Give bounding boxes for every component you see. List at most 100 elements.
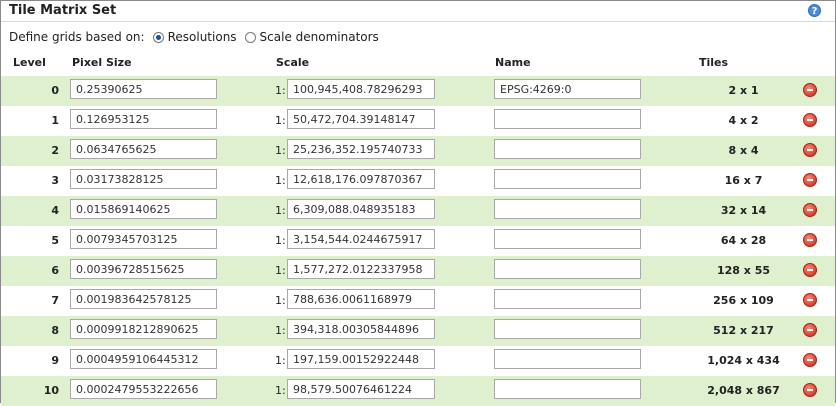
table-row: 10 0.0002479553222656 1: 98,579.50076461224… — [1, 376, 835, 406]
tiles-cell: 64 x 28 — [720, 234, 767, 247]
table-row: 1 0.126953125 1: 50,472,704.39148147 4 x 2 — [1, 106, 835, 136]
delete-row-icon[interactable] — [803, 143, 817, 157]
level-cell: 10 — [43, 384, 59, 397]
table-row: 0 0.25390625 1: 100,945,408.78296293 EPSG:42… — [1, 76, 835, 106]
table-row: 7 0.001983642578125 1: 788,636.0061168979 25… — [1, 286, 835, 316]
scale-input[interactable]: 12,618,176.097870367 — [287, 169, 435, 189]
grid-definition-options: Define grids based on: Resolutions Scale… — [9, 29, 379, 45]
scale-prefix: 1: — [275, 174, 286, 187]
tiles-cell: 4 x 2 — [728, 114, 759, 127]
name-input[interactable] — [494, 259, 641, 279]
radio-resolutions-label[interactable]: Resolutions — [168, 30, 237, 44]
name-input[interactable] — [494, 349, 641, 369]
scale-prefix: 1: — [275, 84, 286, 97]
name-input[interactable] — [494, 139, 641, 159]
table-header: Level Pixel Size Scale Name Tiles — [1, 56, 835, 72]
pixel-size-input[interactable]: 0.00396728515625 — [70, 259, 217, 279]
scale-prefix: 1: — [275, 204, 286, 217]
table-row: 5 0.0079345703125 1: 3,154,544.0244675917 64… — [1, 226, 835, 256]
delete-row-icon[interactable] — [803, 83, 817, 97]
name-input[interactable] — [494, 379, 641, 399]
delete-row-icon[interactable] — [803, 353, 817, 367]
scale-input[interactable]: 1,577,272.0122337958 — [287, 259, 435, 279]
header-pixel-size: Pixel Size — [72, 56, 132, 69]
scale-prefix: 1: — [275, 354, 286, 367]
name-input[interactable] — [494, 109, 641, 129]
pixel-size-input[interactable]: 0.126953125 — [70, 109, 217, 129]
delete-row-icon[interactable] — [803, 263, 817, 277]
name-input[interactable]: EPSG:4269:0 — [494, 79, 641, 99]
tiles-cell: 2 x 1 — [728, 84, 759, 97]
table-row: 9 0.0004959106445312 1: 197,159.00152922448… — [1, 346, 835, 376]
level-cell: 2 — [51, 144, 59, 157]
scale-input[interactable]: 98,579.50076461224 — [287, 379, 435, 399]
scale-prefix: 1: — [275, 114, 286, 127]
level-cell: 3 — [51, 174, 59, 187]
level-cell: 7 — [51, 294, 59, 307]
delete-row-icon[interactable] — [803, 233, 817, 247]
name-input[interactable] — [494, 199, 641, 219]
scale-input[interactable]: 100,945,408.78296293 — [287, 79, 435, 99]
pixel-size-input[interactable]: 0.0004959106445312 — [70, 349, 217, 369]
pixel-size-input[interactable]: 0.0634765625 — [70, 139, 217, 159]
delete-row-icon[interactable] — [803, 113, 817, 127]
scale-prefix: 1: — [275, 294, 286, 307]
tiles-cell: 1,024 x 434 — [707, 354, 780, 367]
scale-input[interactable]: 3,154,544.0244675917 — [287, 229, 435, 249]
level-cell: 4 — [51, 204, 59, 217]
scale-input[interactable]: 788,636.0061168979 — [287, 289, 435, 309]
scale-input[interactable]: 394,318.00305844896 — [287, 319, 435, 339]
delete-row-icon[interactable] — [803, 293, 817, 307]
table-row: 8 0.0009918212890625 1: 394,318.00305844896… — [1, 316, 835, 346]
table-row: 3 0.03173828125 1: 12,618,176.097870367 16 x… — [1, 166, 835, 196]
radio-scale-denominators-label[interactable]: Scale denominators — [260, 30, 379, 44]
pixel-size-input[interactable]: 0.0079345703125 — [70, 229, 217, 249]
pixel-size-input[interactable]: 0.015869140625 — [70, 199, 217, 219]
tiles-cell: 16 x 7 — [724, 174, 763, 187]
pixel-size-input[interactable]: 0.001983642578125 — [70, 289, 217, 309]
define-label: Define grids based on: — [9, 30, 145, 44]
radio-resolutions[interactable] — [152, 31, 164, 43]
level-cell: 9 — [51, 354, 59, 367]
level-cell: 8 — [51, 324, 59, 337]
tiles-cell: 8 x 4 — [728, 144, 759, 157]
delete-row-icon[interactable] — [803, 383, 817, 397]
scale-prefix: 1: — [275, 384, 286, 397]
help-icon[interactable]: ? — [808, 4, 821, 17]
scale-prefix: 1: — [275, 144, 286, 157]
scale-prefix: 1: — [275, 234, 286, 247]
delete-row-icon[interactable] — [803, 203, 817, 217]
tile-matrix-set-panel: Tile Matrix Set ? Define grids based on:… — [0, 0, 836, 406]
pixel-size-input[interactable]: 0.03173828125 — [70, 169, 217, 189]
scale-input[interactable]: 25,236,352.195740733 — [287, 139, 435, 159]
table-row: 2 0.0634765625 1: 25,236,352.195740733 8 x 4 — [1, 136, 835, 166]
scale-input[interactable]: 50,472,704.39148147 — [287, 109, 435, 129]
header-scale: Scale — [276, 56, 310, 69]
delete-row-icon[interactable] — [803, 173, 817, 187]
tiles-cell: 128 x 55 — [716, 264, 771, 277]
radio-scale-denominators[interactable] — [244, 31, 256, 43]
delete-row-icon[interactable] — [803, 323, 817, 337]
scale-input[interactable]: 6,309,088.048935183 — [287, 199, 435, 219]
panel-header: Tile Matrix Set ? — [1, 1, 835, 22]
name-input[interactable] — [494, 229, 641, 249]
header-tiles: Tiles — [699, 56, 729, 69]
pixel-size-input[interactable]: 0.25390625 — [70, 79, 217, 99]
tiles-cell: 32 x 14 — [720, 204, 767, 217]
pixel-size-input[interactable]: 0.0009918212890625 — [70, 319, 217, 339]
scale-input[interactable]: 197,159.00152922448 — [287, 349, 435, 369]
table-row: 6 0.00396728515625 1: 1,577,272.0122337958 1… — [1, 256, 835, 286]
name-input[interactable] — [494, 169, 641, 189]
grid-rows: 0 0.25390625 1: 100,945,408.78296293 EPSG:42… — [1, 76, 835, 406]
header-level: Level — [13, 56, 46, 69]
name-input[interactable] — [494, 319, 641, 339]
pixel-size-input[interactable]: 0.0002479553222656 — [70, 379, 217, 399]
scale-prefix: 1: — [275, 264, 286, 277]
level-cell: 0 — [51, 84, 59, 97]
tiles-cell: 2,048 x 867 — [707, 384, 780, 397]
name-input[interactable] — [494, 289, 641, 309]
header-name: Name — [495, 56, 531, 69]
tiles-cell: 512 x 217 — [713, 324, 774, 337]
level-cell: 6 — [51, 264, 59, 277]
level-cell: 5 — [51, 234, 59, 247]
